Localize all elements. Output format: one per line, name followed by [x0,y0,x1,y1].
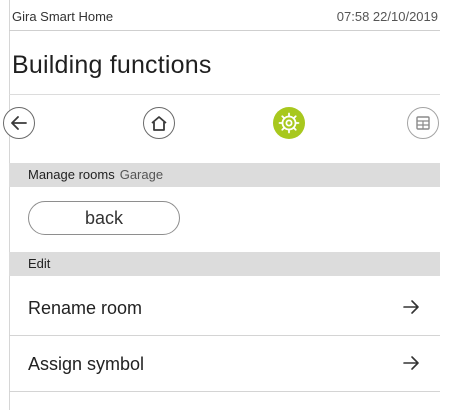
list-item-label: Assign symbol [28,354,145,374]
room-name: Garage [119,167,164,182]
list-item-label: Rename room [28,298,143,318]
assign-symbol-item[interactable]: Assign symbol [9,336,440,392]
rename-room-item[interactable]: Rename room [9,280,440,336]
home-icon [151,115,167,131]
rooms-grid-nav-button[interactable] [407,107,439,139]
settings-nav-button[interactable] [273,107,305,139]
manage-rooms-title: Manage rooms [28,167,115,182]
app-screen: Gira Smart Home 07:58 22/10/2019 Buildin… [0,0,450,410]
page-title: Building functions [12,51,212,79]
home-nav-button[interactable] [143,107,175,139]
arrow-right-icon [403,356,419,370]
manage-rooms-header: Manage rooms Garage [9,163,440,187]
nav-bar [3,103,440,143]
arrow-right-icon [403,300,419,314]
arrow-left-icon [11,116,27,130]
status-divider [9,30,440,31]
clock-readout: 07:58 22/10/2019 [336,9,438,24]
app-name: Gira Smart Home [12,9,114,24]
back-nav-button[interactable] [3,107,35,139]
edit-section-header: Edit [9,252,440,276]
title-divider [9,94,440,95]
back-button[interactable]: back [28,201,180,235]
gear-icon [278,112,300,134]
status-bar: Gira Smart Home 07:58 22/10/2019 [12,9,438,27]
grid-icon [416,116,430,130]
